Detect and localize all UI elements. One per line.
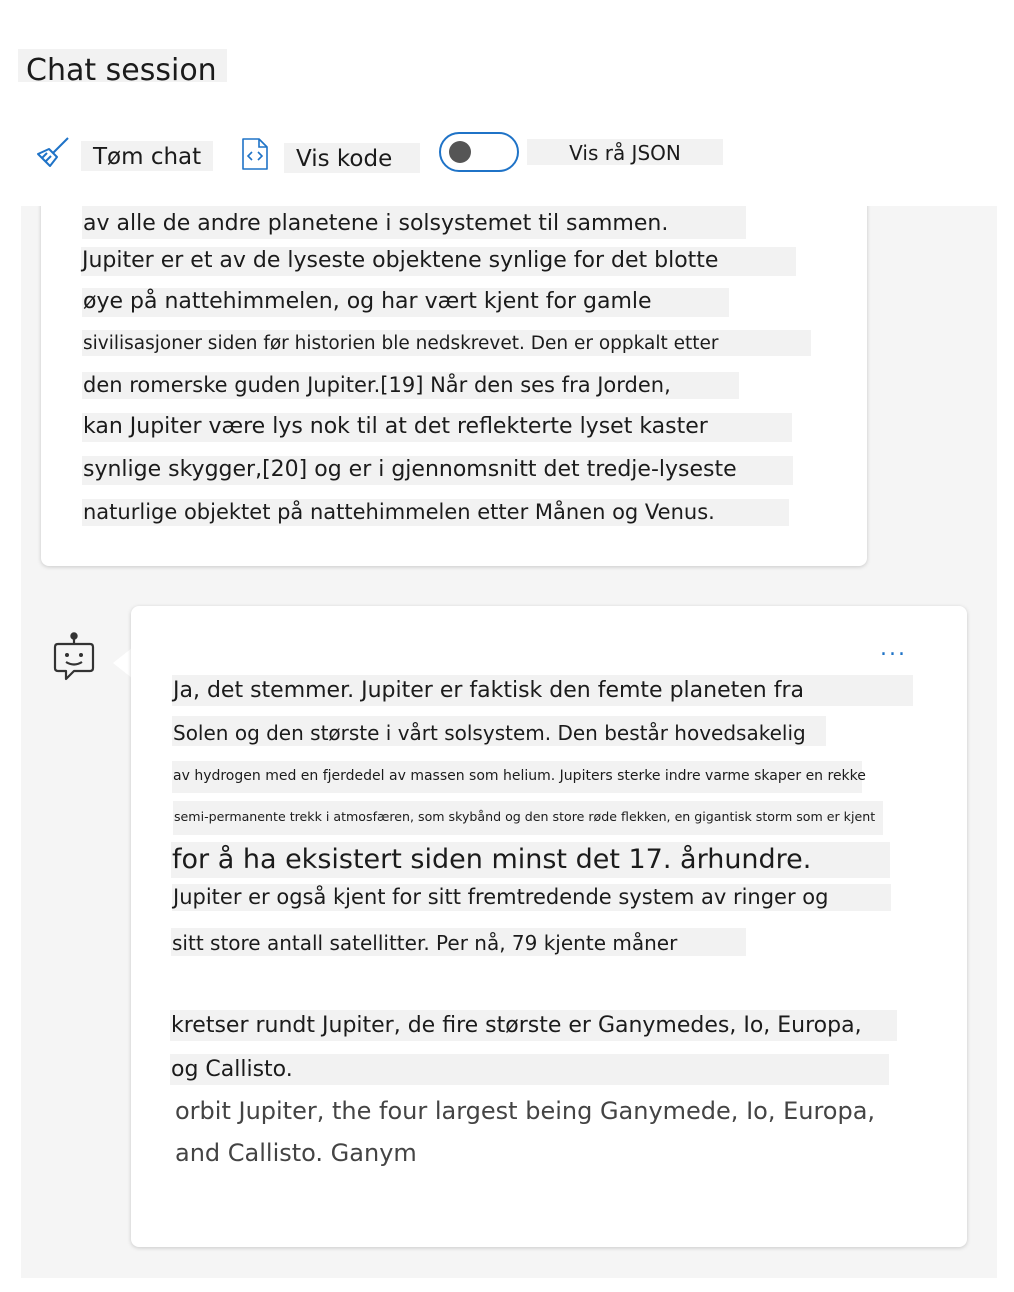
bot-message-line: Ja, det stemmer. Jupiter er faktisk den … bbox=[172, 675, 913, 706]
bot-message-line: Jupiter er også kjent for sitt fremtrede… bbox=[172, 884, 891, 912]
bot-message-line: semi-permanente trekk i atmosfæren, som … bbox=[173, 801, 883, 835]
raw-json-toggle[interactable] bbox=[439, 132, 519, 172]
user-message-line: sivilisasjoner siden før historien ble n… bbox=[82, 330, 811, 357]
bot-message-line: sitt store antall satellitter. Per nå, 7… bbox=[171, 928, 746, 956]
bot-message-tail bbox=[113, 648, 132, 678]
code-file-icon bbox=[241, 137, 269, 171]
user-message-line: kan Jupiter være lys nok til at det refl… bbox=[82, 413, 792, 442]
page-title: Chat session bbox=[18, 49, 227, 88]
bot-icon bbox=[52, 632, 96, 688]
user-message-line: synlige skygger,[20] og er i gjennomsnit… bbox=[82, 456, 793, 485]
user-message-card: av alle de andre planetene i solsystemet… bbox=[41, 206, 867, 566]
user-message-line: øye på nattehimmelen, og har vært kjent … bbox=[82, 288, 729, 317]
raw-json-label: Vis rå JSON bbox=[527, 139, 723, 165]
bot-message-line: kretser rundt Jupiter, de fire største e… bbox=[170, 1010, 897, 1041]
toggle-knob bbox=[449, 141, 471, 163]
show-code-label: Vis kode bbox=[284, 143, 421, 173]
bot-message-line: av hydrogen med en fjerdedel av massen s… bbox=[172, 761, 866, 793]
broom-icon bbox=[36, 136, 70, 170]
bot-message-line: Solen og den største i vårt solsystem. D… bbox=[172, 716, 826, 746]
clear-chat-label: Tøm chat bbox=[81, 141, 214, 171]
user-message-line: av alle de andre planetene i solsystemet… bbox=[82, 206, 746, 239]
user-message-line: Jupiter er et av de lyseste objektene sy… bbox=[81, 247, 796, 276]
bot-message-line: for å ha eksistert siden minst det 17. å… bbox=[171, 842, 890, 878]
user-message-line: naturlige objektet på nattehimmelen ette… bbox=[82, 499, 789, 527]
clear-chat-button[interactable]: Tøm chat bbox=[36, 135, 214, 171]
message-more-options-button[interactable]: ... bbox=[880, 636, 907, 661]
bot-message-card: Ja, det stemmer. Jupiter er faktisk den … bbox=[131, 606, 967, 1247]
bot-untranslated-line: and Callisto. Ganym bbox=[175, 1139, 417, 1167]
user-message-line: den romerske guden Jupiter.[19] Når den … bbox=[82, 372, 739, 400]
bot-message-line: og Callisto. bbox=[170, 1054, 889, 1085]
bot-untranslated-line: orbit Jupiter, the four largest being Ga… bbox=[175, 1097, 876, 1125]
chat-history[interactable]: av alle de andre planetene i solsystemet… bbox=[21, 206, 997, 1278]
show-code-button[interactable]: Vis kode bbox=[241, 135, 421, 173]
chat-session-page: Chat session Tøm chat Vis kode Vis rå JS… bbox=[0, 0, 1014, 1292]
